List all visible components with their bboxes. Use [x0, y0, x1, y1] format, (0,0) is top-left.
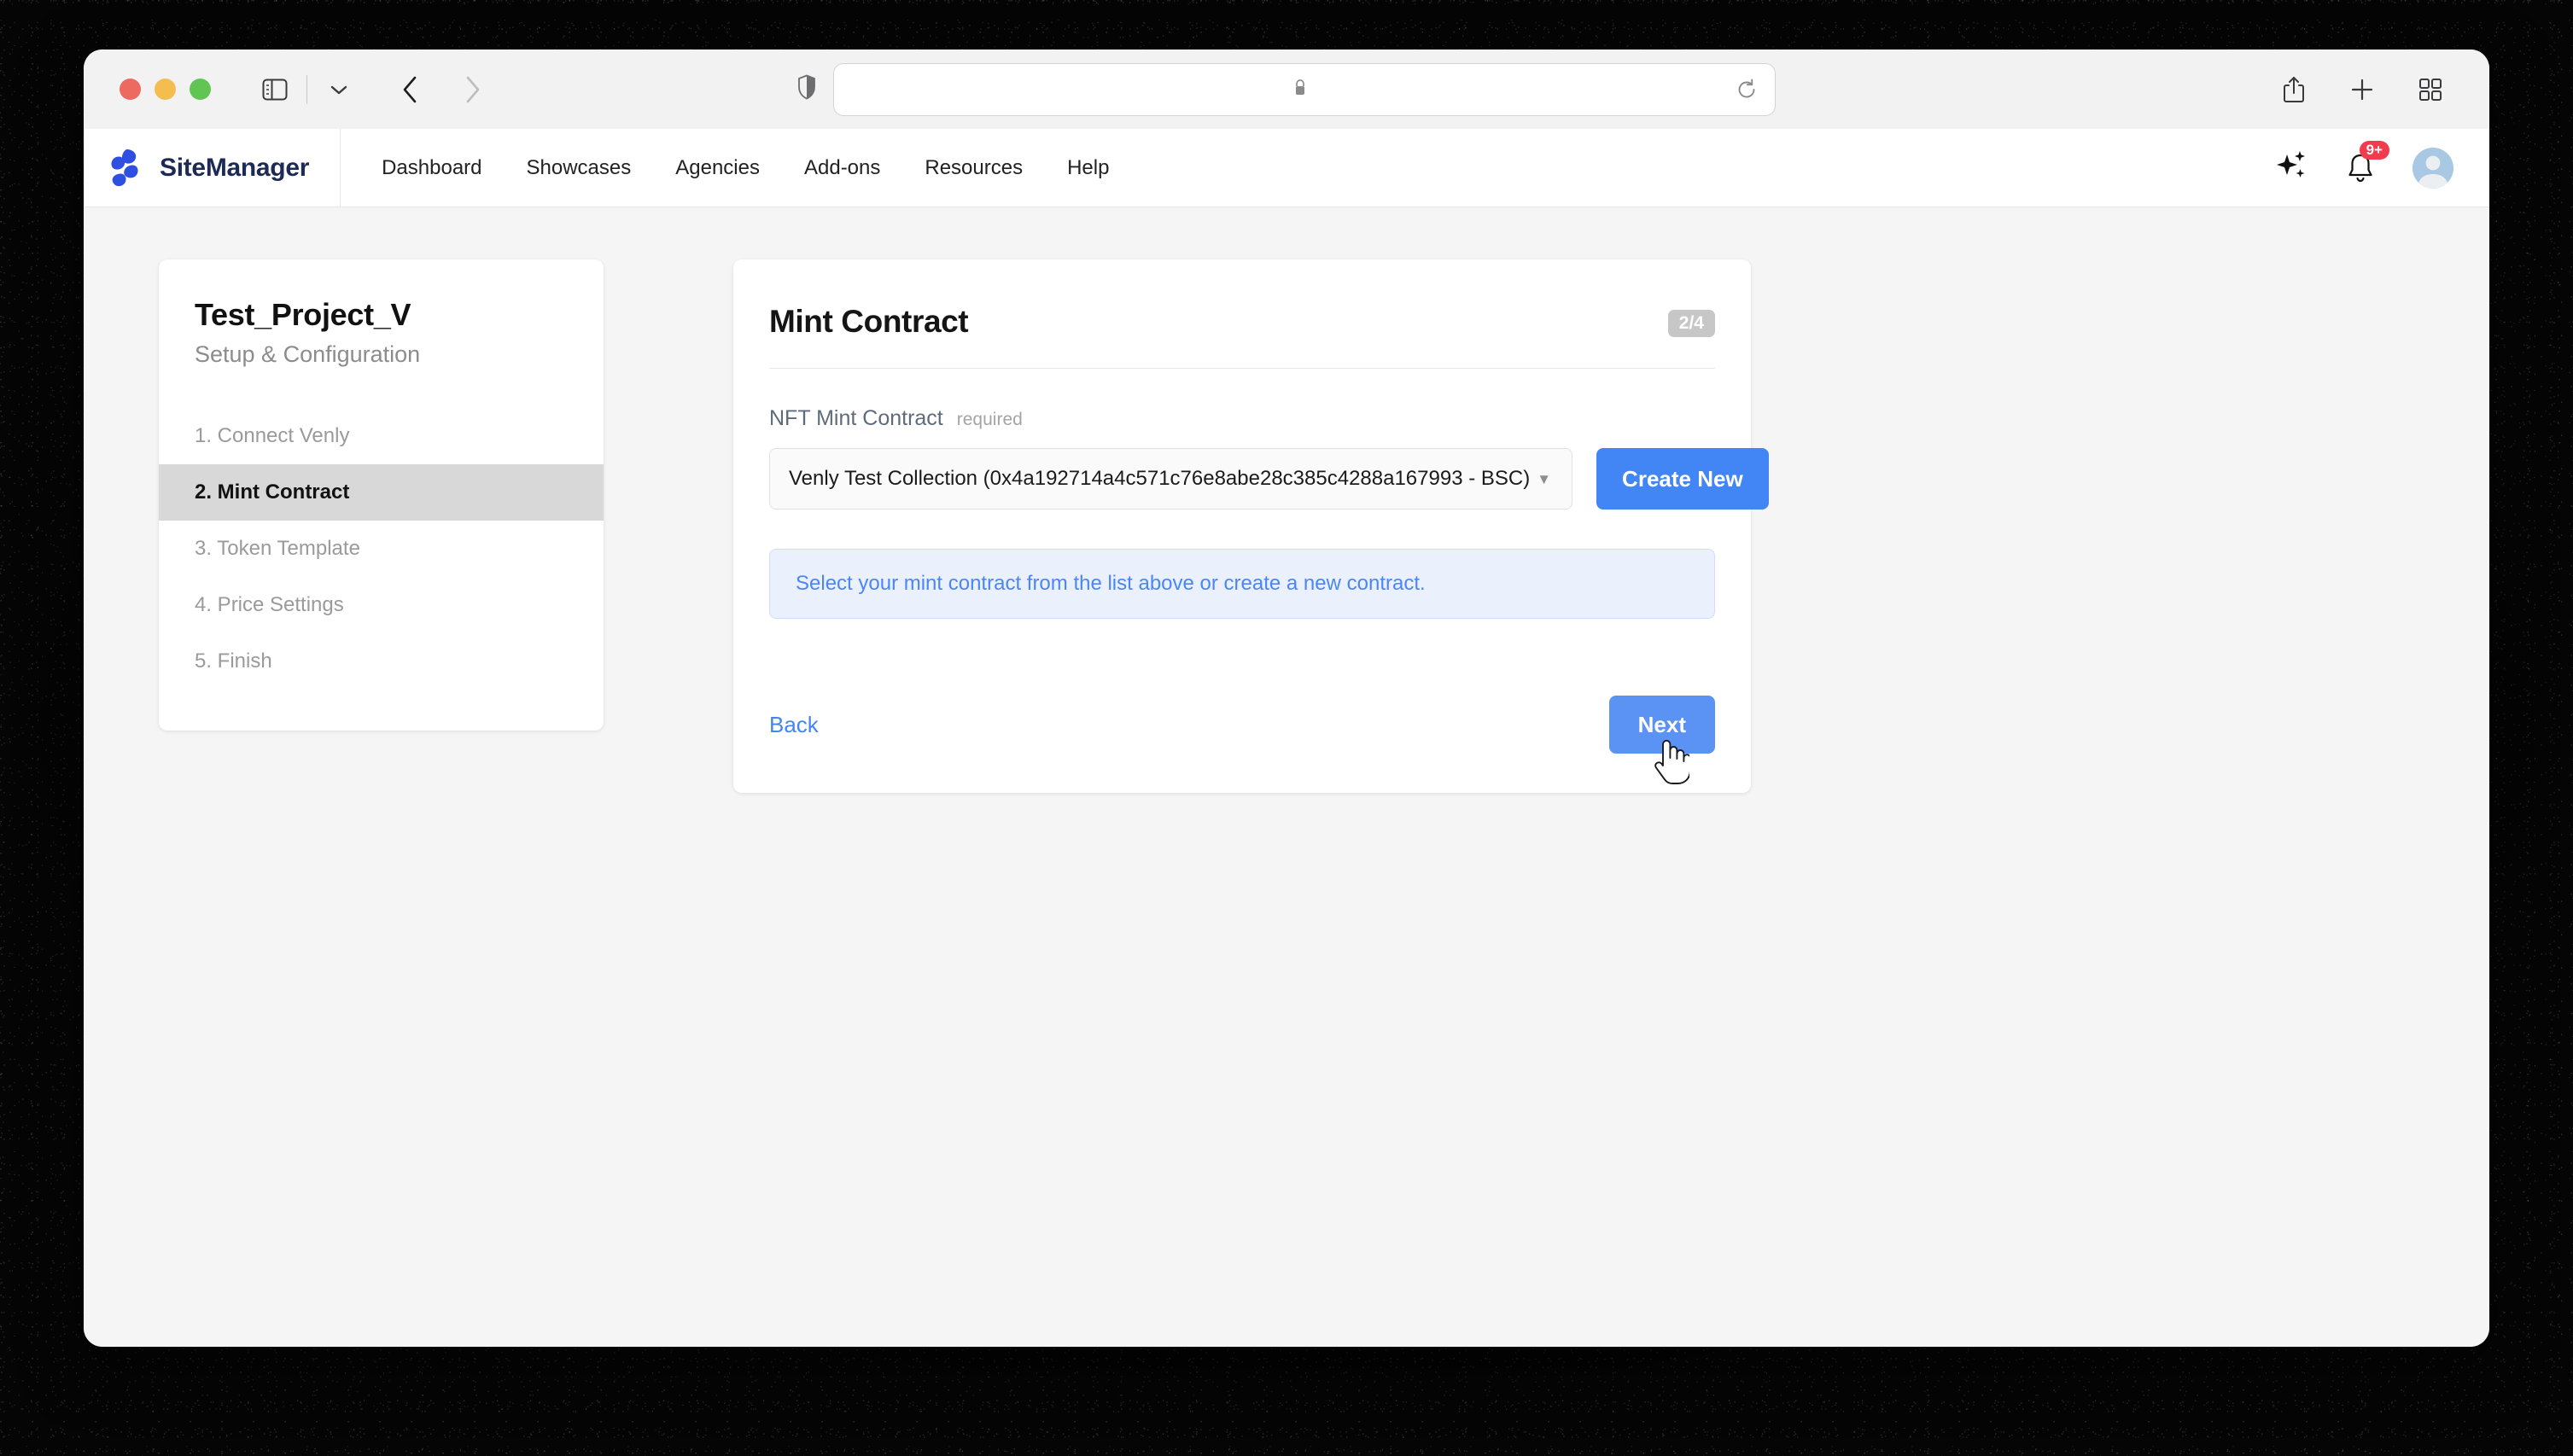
address-bar-area [797, 62, 1776, 116]
toolbar-divider [306, 74, 307, 104]
sidebar-item-finish[interactable]: 5. Finish [159, 633, 604, 690]
page-title: Test_Project_V [195, 297, 411, 332]
maximize-window-button[interactable] [190, 79, 211, 100]
setup-sidebar-card: Test_Project_V Setup & Configuration 1. … [159, 259, 604, 731]
field-label-row: NFT Mint Contract required [769, 406, 1715, 431]
nav-item-help[interactable]: Help [1045, 156, 1131, 180]
divider [769, 368, 1715, 369]
notifications-button[interactable]: 9+ [2346, 140, 2389, 184]
create-new-button[interactable]: Create New [1596, 448, 1769, 510]
setup-steps-list: 1. Connect Venly 2. Mint Contract 3. Tok… [159, 408, 604, 690]
site-header: SiteManager Dashboard Showcases Agencies… [84, 129, 2489, 207]
toolbar-right-icons [2271, 67, 2453, 113]
back-button[interactable]: Back [769, 712, 819, 738]
sidebar-item-connect-venly[interactable]: 1. Connect Venly [159, 408, 604, 464]
mint-contract-select[interactable]: Venly Test Collection (0x4a192714a4c571c… [769, 448, 1573, 510]
brand-name: SiteManager [160, 153, 310, 182]
info-banner: Select your mint contract from the list … [769, 549, 1715, 619]
header-right-icons: 9+ [2276, 140, 2453, 189]
navigation-arrows [388, 67, 495, 113]
card-header: Mint Contract 2/4 [769, 304, 1715, 340]
mint-contract-card: Mint Contract 2/4 NFT Mint Contract requ… [733, 259, 1769, 793]
card-actions: Back Next [769, 696, 1715, 754]
new-tab-icon[interactable] [2339, 67, 2385, 113]
back-icon[interactable] [388, 67, 434, 113]
nav-item-resources[interactable]: Resources [902, 156, 1045, 180]
sidebar-item-price-settings[interactable]: 4. Price Settings [159, 577, 604, 633]
nav-item-showcases[interactable]: Showcases [505, 156, 654, 180]
url-bar[interactable] [833, 62, 1776, 116]
caret-down-icon: ▼ [1537, 470, 1552, 487]
window-controls [120, 79, 211, 100]
forward-icon[interactable] [449, 67, 495, 113]
page-body: Test_Project_V Setup & Configuration 1. … [84, 207, 2489, 1347]
page-subtitle: Setup & Configuration [195, 341, 421, 367]
close-window-button[interactable] [120, 79, 141, 100]
nft-mint-contract-label: NFT Mint Contract [769, 406, 943, 430]
mint-contract-selected-value: Venly Test Collection (0x4a192714a4c571c… [789, 467, 1531, 490]
shield-icon[interactable] [797, 74, 816, 104]
sidebar-item-token-template[interactable]: 3. Token Template [159, 521, 604, 577]
tab-overview-icon[interactable] [2407, 67, 2453, 113]
info-banner-text: Select your mint contract from the list … [796, 572, 1426, 595]
nav-item-agencies[interactable]: Agencies [653, 156, 782, 180]
required-indicator: required [956, 410, 1023, 429]
brand-logo-area[interactable]: SiteManager [84, 129, 341, 207]
status-badge: 2/4 [1667, 310, 1715, 337]
main-navigation: Dashboard Showcases Agencies Add-ons Res… [359, 156, 1131, 180]
browser-toolbar [84, 50, 2489, 129]
share-icon[interactable] [2271, 67, 2317, 113]
mint-contract-row: Venly Test Collection (0x4a192714a4c571c… [769, 448, 1769, 510]
sitemanager-logo-icon [108, 149, 143, 188]
sidebar-item-mint-contract[interactable]: 2. Mint Contract [159, 464, 604, 521]
user-avatar-icon[interactable] [2413, 147, 2453, 189]
toolbar-left-icons [252, 67, 362, 113]
chevron-down-icon[interactable] [316, 67, 362, 113]
lock-icon [1293, 79, 1307, 101]
notification-badge: 9+ [2359, 140, 2389, 160]
nav-item-dashboard[interactable]: Dashboard [359, 156, 504, 180]
browser-window: SiteManager Dashboard Showcases Agencies… [84, 50, 2489, 1347]
nav-item-add-ons[interactable]: Add-ons [782, 156, 902, 180]
sparkles-icon[interactable] [2276, 149, 2308, 186]
reload-icon[interactable] [1736, 79, 1758, 101]
minimize-window-button[interactable] [155, 79, 176, 100]
next-button[interactable]: Next [1608, 696, 1715, 754]
sidebar-icon[interactable] [252, 67, 298, 113]
card-title: Mint Contract [769, 304, 969, 339]
